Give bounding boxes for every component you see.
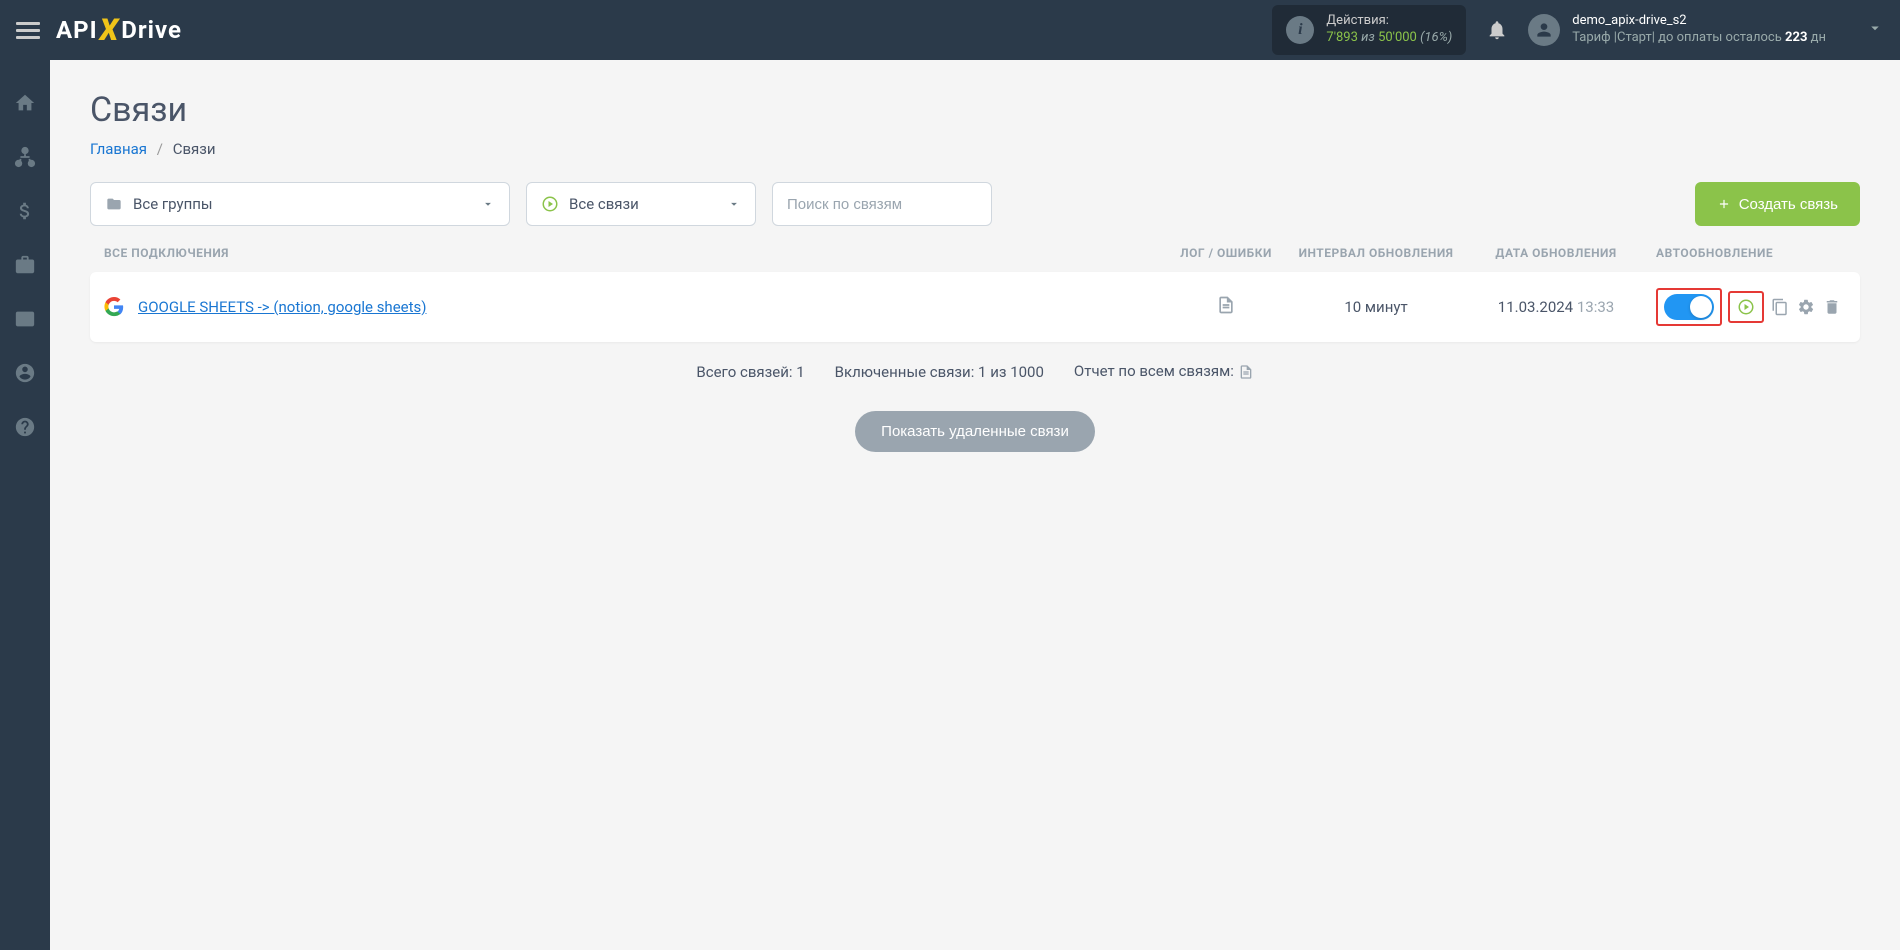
actions-used: 7'893 [1326, 30, 1358, 45]
interval-cell: 10 минут [1286, 298, 1466, 316]
auto-update-toggle[interactable] [1664, 294, 1714, 320]
actions-of: из [1361, 30, 1375, 45]
notifications-icon[interactable] [1486, 19, 1508, 41]
run-highlight [1728, 291, 1764, 323]
sidebar-video[interactable] [12, 306, 38, 332]
main-content: Связи Главная / Связи Все группы Все свя… [50, 60, 1900, 950]
date-cell: 11.03.2024 13:33 [1466, 298, 1646, 316]
breadcrumb-home[interactable]: Главная [90, 140, 147, 158]
delete-button[interactable] [1822, 297, 1842, 317]
log-cell [1166, 294, 1286, 320]
table-header: ВСЕ ПОДКЛЮЧЕНИЯ ЛОГ / ОШИБКИ ИНТЕРВАЛ ОБ… [90, 246, 1860, 272]
sidebar-account[interactable] [12, 360, 38, 386]
google-icon [104, 297, 124, 317]
logo[interactable]: APIXDrive [56, 13, 182, 48]
status-select[interactable]: Все связи [526, 182, 756, 226]
log-icon[interactable] [1216, 294, 1236, 316]
user-menu[interactable]: demo_apix-drive_s2 Тариф |Старт| до опла… [1528, 13, 1826, 47]
status-label: Все связи [569, 195, 727, 213]
chevron-down-icon [727, 197, 741, 211]
breadcrumb: Главная / Связи [90, 140, 1860, 158]
play-icon [541, 195, 559, 213]
menu-toggle-button[interactable] [16, 18, 40, 42]
summary-report: Отчет по всем связям: [1074, 362, 1254, 381]
toggle-highlight [1656, 288, 1722, 326]
chevron-down-icon[interactable] [1866, 19, 1884, 41]
filters-row: Все группы Все связи Создать связь [90, 182, 1860, 226]
user-info: demo_apix-drive_s2 Тариф |Старт| до опла… [1572, 13, 1826, 47]
copy-button[interactable] [1770, 297, 1790, 317]
summary-enabled: Включенные связи: 1 из 1000 [835, 363, 1044, 381]
groups-label: Все группы [133, 195, 481, 213]
search-input[interactable] [787, 196, 977, 213]
user-tariff: Тариф |Старт| до оплаты осталось 223 дн [1572, 30, 1826, 47]
col-name: ВСЕ ПОДКЛЮЧЕНИЯ [104, 246, 1166, 260]
avatar-icon [1528, 14, 1560, 46]
sidebar-connections[interactable] [12, 144, 38, 170]
settings-button[interactable] [1796, 297, 1816, 317]
plus-icon [1717, 197, 1731, 211]
connection-name[interactable]: GOOGLE SHEETS -> (notion, google sheets) [138, 298, 1166, 316]
sidebar [0, 60, 50, 950]
sidebar-tools[interactable] [12, 252, 38, 278]
sidebar-home[interactable] [12, 90, 38, 116]
user-name: demo_apix-drive_s2 [1572, 13, 1826, 30]
run-now-button[interactable] [1736, 297, 1756, 317]
connection-row: GOOGLE SHEETS -> (notion, google sheets)… [90, 272, 1860, 342]
search-box[interactable] [772, 182, 992, 226]
sidebar-help[interactable] [12, 414, 38, 440]
chevron-down-icon [481, 197, 495, 211]
create-connection-button[interactable]: Создать связь [1695, 182, 1860, 226]
page-title: Связи [90, 90, 1860, 130]
groups-select[interactable]: Все группы [90, 182, 510, 226]
summary-total: Всего связей: 1 [696, 363, 804, 381]
sidebar-billing[interactable] [12, 198, 38, 224]
actions-cell [1646, 288, 1846, 326]
col-date: ДАТА ОБНОВЛЕНИЯ [1466, 246, 1646, 260]
folder-icon [105, 196, 123, 212]
actions-usage-badge[interactable]: i Действия: 7'893 из 50'000 (16%) [1272, 5, 1466, 55]
top-header: APIXDrive i Действия: 7'893 из 50'000 (1… [0, 0, 1900, 60]
col-log: ЛОГ / ОШИБКИ [1166, 246, 1286, 260]
actions-percent: (16%) [1420, 30, 1452, 45]
actions-label: Действия: [1326, 13, 1452, 30]
document-icon[interactable] [1238, 363, 1254, 381]
breadcrumb-current: Связи [173, 140, 216, 158]
show-deleted-button[interactable]: Показать удаленные связи [855, 411, 1095, 452]
summary-row: Всего связей: 1 Включенные связи: 1 из 1… [90, 362, 1860, 381]
col-interval: ИНТЕРВАЛ ОБНОВЛЕНИЯ [1286, 246, 1466, 260]
info-icon: i [1286, 16, 1314, 44]
actions-total: 50'000 [1378, 30, 1417, 45]
col-auto: АВТООБНОВЛЕНИЕ [1646, 246, 1846, 260]
